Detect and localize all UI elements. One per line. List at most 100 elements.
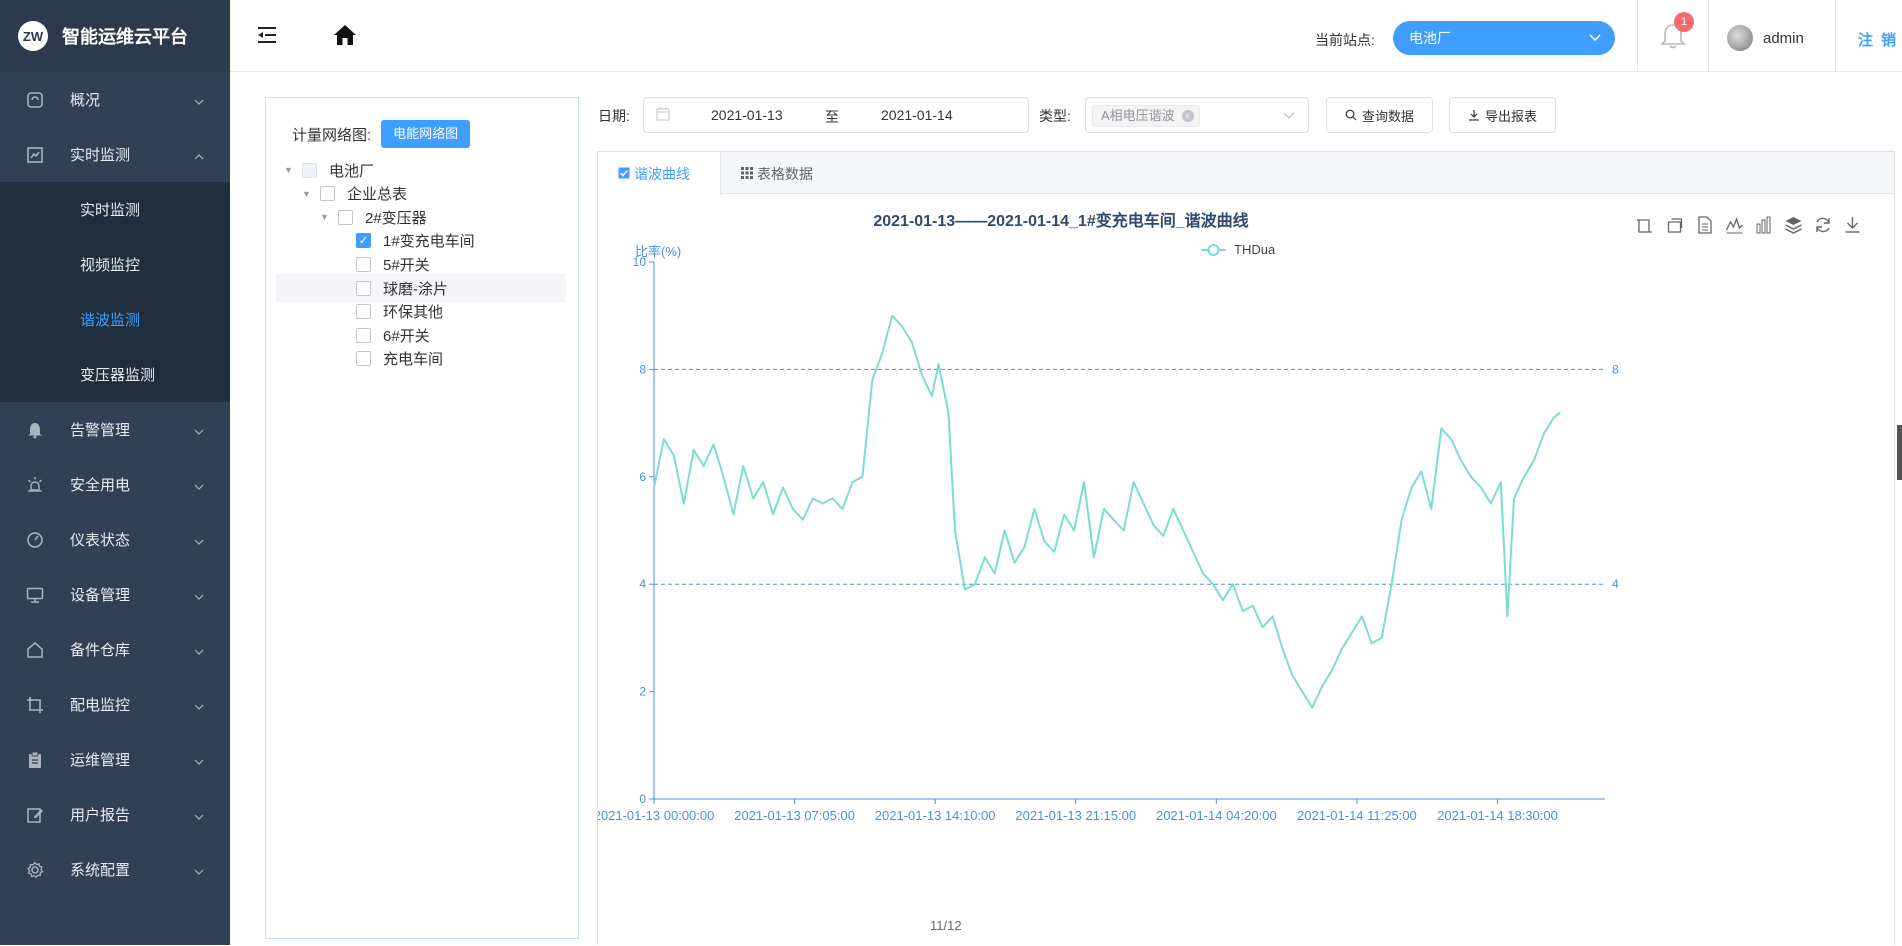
type-tag-label: A相电压谐波 [1101, 108, 1175, 123]
x-tick-label: 2021-01-13 00:00:00 [598, 808, 714, 823]
calendar-icon [656, 107, 670, 124]
network-diagram-button[interactable]: 电能网络图 [381, 120, 471, 148]
tag-close-icon[interactable]: × [1181, 110, 1194, 122]
download-icon[interactable] [1845, 217, 1860, 233]
logout-button[interactable]: 注 销 [1858, 29, 1898, 50]
type-tag: A相电压谐波 × [1092, 105, 1200, 127]
y-tick-label: 2 [639, 685, 646, 699]
tab-harmonic-curve[interactable]: 谐波曲线 [598, 152, 721, 195]
main-content: 计量网络图: 电能网络图 ▼ 电池厂 ▼ 企业总表 ▼ 2#变压器 ✓ 1#变充电车间 5#开关… [230, 72, 1902, 945]
tree-checkbox[interactable]: ✓ [356, 233, 371, 249]
legend[interactable]: THDua [1201, 242, 1276, 257]
header-divider [1708, 0, 1709, 72]
chevron-down-icon [194, 864, 204, 881]
y-tick-label: 0 [639, 792, 646, 806]
date-range-picker[interactable]: 2021-01-13 至 2021-01-14 [643, 97, 1029, 133]
sidebar-item-8[interactable]: 运维管理 [0, 732, 230, 787]
type-label: 类型: [1039, 108, 1071, 124]
submenu-item-2[interactable]: 谐波监测 [0, 292, 230, 347]
sidebar-item-2[interactable]: 告警管理 [0, 402, 230, 457]
sidebar-item-4[interactable]: 仪表状态 [0, 512, 230, 567]
bar-type-icon[interactable] [1756, 216, 1771, 234]
sidebar-item-10[interactable]: 系统配置 [0, 842, 230, 897]
station-select[interactable]: 电池厂 [1393, 21, 1615, 55]
chevron-down-icon [194, 644, 204, 661]
submenu-item-0[interactable]: 实时监测 [0, 182, 230, 237]
chevron-up-icon [194, 149, 204, 166]
date-end-input[interactable]: 2021-01-14 [881, 107, 953, 123]
dashboard-icon [26, 91, 44, 109]
chevron-down-icon [194, 94, 204, 111]
submenu-item-1[interactable]: 视频监控 [0, 237, 230, 292]
tree-node-label: 电池厂 [329, 162, 375, 180]
x-tick-label: 2021-01-14 04:20:00 [1156, 808, 1277, 823]
tree-node-label: 企业总表 [347, 186, 408, 204]
home-icon[interactable] [333, 24, 357, 49]
zoom-icon[interactable] [1637, 217, 1654, 233]
date-label: 日期: [598, 108, 630, 124]
collapse-menu-icon[interactable] [256, 24, 278, 49]
chevron-down-icon [194, 754, 204, 771]
checkbox-icon [618, 166, 630, 182]
sidebar-item-0[interactable]: 概况 [0, 72, 230, 127]
scrollbar-edge[interactable] [1897, 425, 1902, 480]
type-select[interactable]: A相电压谐波 × [1085, 97, 1309, 133]
tree-checkbox[interactable] [356, 304, 371, 320]
tree-checkbox[interactable] [338, 209, 353, 225]
tree-checkbox[interactable] [356, 256, 371, 272]
tree-checkbox[interactable] [356, 327, 371, 343]
caret-down-icon[interactable]: ▼ [320, 212, 332, 222]
submenu-item-3[interactable]: 变压器监测 [0, 347, 230, 402]
edit-icon [26, 806, 44, 824]
sidebar-item-7[interactable]: 配电监控 [0, 677, 230, 732]
line-type-icon[interactable] [1725, 217, 1743, 234]
tree-header: 计量网络图: 电能网络图 [292, 120, 471, 148]
chevron-down-icon [194, 809, 204, 826]
series-line-thdua[interactable] [653, 314, 1561, 709]
tab-bar: 谐波曲线 表格数据 [598, 152, 1894, 195]
page-indicator: 11/12 [930, 918, 962, 933]
sidebar-item-label: 运维管理 [70, 752, 131, 769]
tree-checkbox[interactable] [302, 162, 317, 178]
export-report-button[interactable]: 导出报表 [1449, 97, 1556, 133]
tree-node[interactable]: 充电车间 [266, 345, 443, 373]
tree-checkbox[interactable] [356, 280, 371, 296]
restore-icon[interactable] [1816, 217, 1830, 233]
sidebar-item-9[interactable]: 用户报告 [0, 787, 230, 842]
top-header: 当前站点: 电池厂 1 admin 注 销 [230, 0, 1902, 72]
alarm-light-icon [26, 476, 44, 494]
caret-down-icon[interactable]: ▼ [284, 165, 296, 175]
sidebar-item-3[interactable]: 安全用电 [0, 457, 230, 512]
sidebar-item-label: 安全用电 [70, 477, 131, 494]
query-data-button[interactable]: 查询数据 [1326, 97, 1433, 133]
tree-node-label: 球磨-涂片 [383, 280, 448, 298]
logo-badge: ZW [18, 21, 48, 51]
harmonic-chart: 2021-01-13——2021-01-14_1#变充电车间_谐波曲线 THDua… [598, 211, 1860, 823]
submenu: 实时监测 视频监控 谐波监测 变压器监测 [0, 182, 230, 402]
tree-checkbox[interactable] [320, 186, 335, 202]
sidebar-item-label: 系统配置 [70, 862, 131, 879]
data-view-icon[interactable] [1698, 216, 1712, 234]
x-tick-label: 2021-01-14 11:25:00 [1297, 808, 1417, 823]
chevron-down-icon [194, 589, 204, 606]
sidebar: ZW 智能运维云平台 概况 实时监测 实时监测 视频监控 谐波监测 变压器监测 告警管理 安全… [0, 0, 230, 945]
tree-node-label: 6#开关 [383, 327, 430, 345]
y-tick-label: 10 [633, 255, 647, 269]
header-divider [1835, 0, 1836, 72]
sidebar-item-1[interactable]: 实时监测 [0, 127, 230, 182]
sidebar-item-5[interactable]: 设备管理 [0, 567, 230, 622]
tree-checkbox[interactable] [356, 351, 371, 367]
sidebar-item-label: 告警管理 [70, 422, 131, 439]
date-start-input[interactable]: 2021-01-13 [711, 107, 783, 123]
sidebar-item-6[interactable]: 备件仓库 [0, 622, 230, 677]
station-label: 当前站点: [1315, 32, 1375, 48]
export-report-label: 导出报表 [1484, 108, 1537, 124]
caret-down-icon[interactable]: ▼ [302, 189, 314, 199]
avatar[interactable] [1727, 25, 1753, 51]
x-tick-label: 2021-01-13 07:05:00 [734, 808, 855, 823]
tree-node-label: 环保其他 [383, 304, 444, 322]
tab-table-data[interactable]: 表格数据 [721, 152, 833, 195]
username[interactable]: admin [1763, 30, 1804, 47]
zoom-reset-icon[interactable] [1667, 218, 1683, 233]
stack-icon[interactable] [1785, 217, 1802, 234]
